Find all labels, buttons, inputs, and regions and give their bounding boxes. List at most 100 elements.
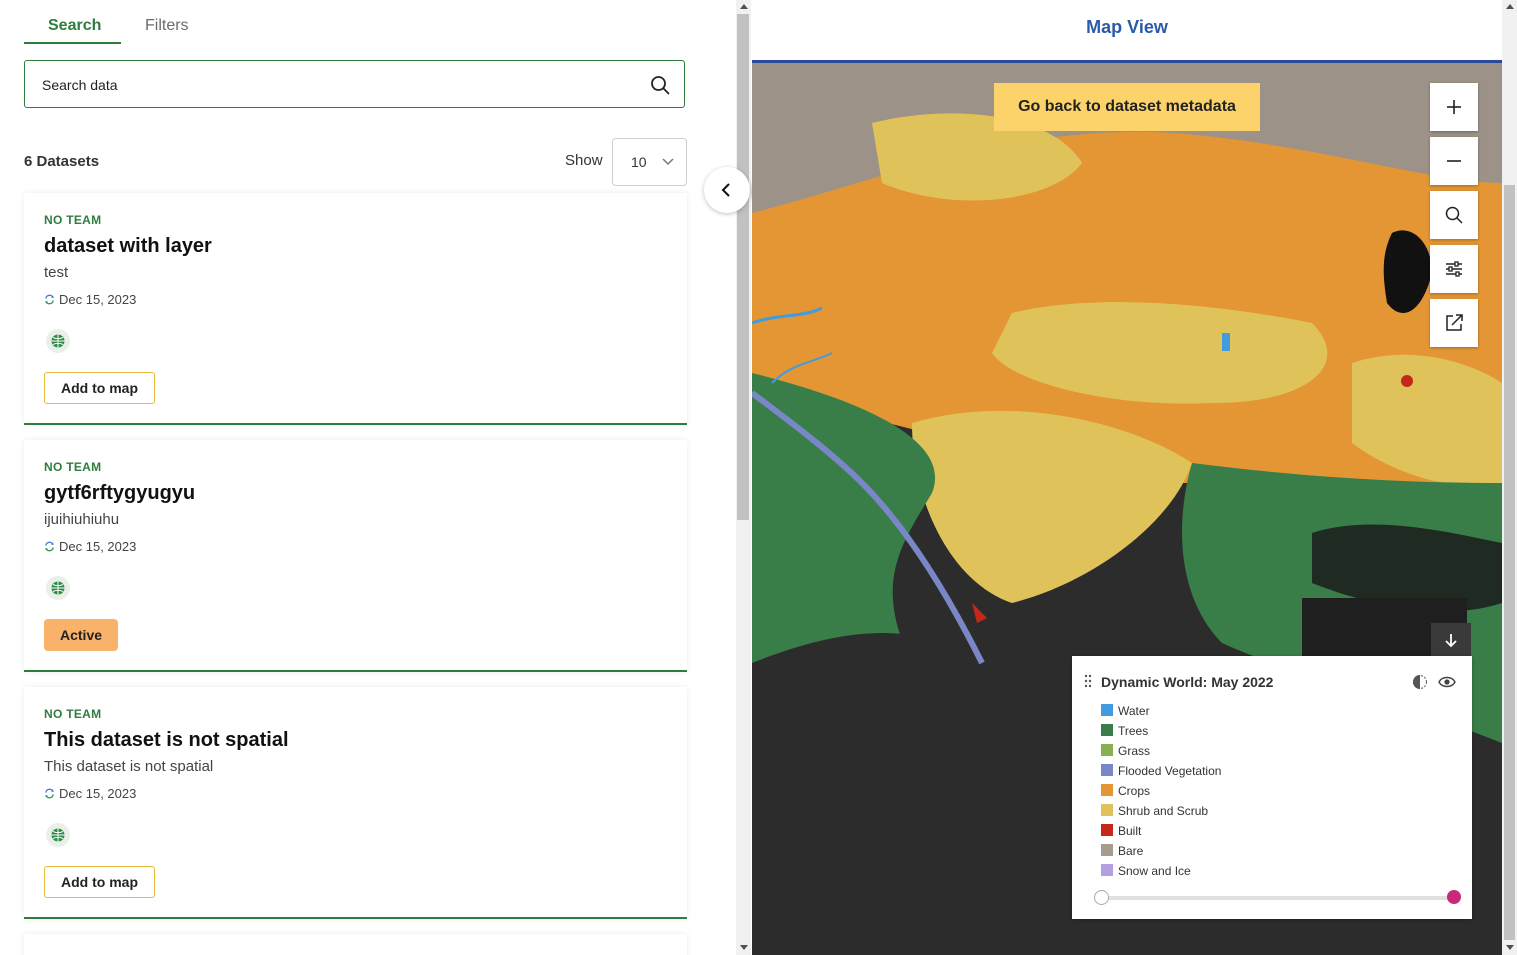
- page-size-value: 10: [631, 154, 647, 170]
- active-layer-button[interactable]: Active: [44, 619, 119, 651]
- scroll-up-icon[interactable]: [1506, 4, 1514, 9]
- sync-icon: [45, 541, 54, 552]
- search-icon: [1445, 206, 1463, 224]
- slider-max-handle[interactable]: [1447, 890, 1461, 904]
- dataset-description: This dataset is not spatial: [44, 758, 214, 775]
- team-label: NO TEAM: [44, 707, 102, 721]
- dataset-card[interactable]: NO TEAM gytf6rftygyugyu ijuihiuhiuhu Dec…: [24, 440, 687, 672]
- legend-item-label: Built: [1118, 824, 1142, 838]
- legend-item: Snow and Ice: [1101, 864, 1221, 884]
- tab-filters[interactable]: Filters: [121, 0, 213, 42]
- eye-icon[interactable]: [1438, 675, 1456, 689]
- panel-tabs: Search Filters: [24, 0, 213, 44]
- globe-icon: [46, 329, 70, 353]
- search-icon[interactable]: [650, 75, 670, 95]
- sync-icon: [45, 294, 54, 305]
- dataset-card[interactable]: [24, 934, 687, 955]
- map-canvas[interactable]: Go back to dataset metadata Dynamic Worl…: [752, 63, 1502, 955]
- dataset-title[interactable]: This dataset is not spatial: [44, 729, 289, 752]
- dataset-date: Dec 15, 2023: [44, 786, 136, 801]
- color-swatch: [1101, 784, 1113, 796]
- date-text: Dec 15, 2023: [59, 292, 137, 307]
- team-label: NO TEAM: [44, 213, 102, 227]
- sync-icon: [45, 788, 54, 799]
- dataset-title[interactable]: dataset with layer: [44, 235, 212, 258]
- dataset-count: 6 Datasets: [24, 153, 100, 170]
- globe-icon: [46, 823, 70, 847]
- dataset-card[interactable]: NO TEAM dataset with layer test Dec 15, …: [24, 193, 687, 425]
- opacity-range-slider[interactable]: [1094, 890, 1461, 905]
- page-scrollbar[interactable]: [1502, 0, 1517, 955]
- external-link-icon: [1446, 314, 1463, 331]
- date-text: Dec 15, 2023: [59, 786, 137, 801]
- scroll-up-icon[interactable]: [740, 4, 748, 9]
- map-settings-button[interactable]: [1430, 245, 1478, 293]
- scroll-down-icon[interactable]: [1506, 945, 1514, 950]
- legend-item-label: Flooded Vegetation: [1118, 764, 1222, 778]
- map-header: Map View: [752, 0, 1502, 63]
- back-to-metadata-button[interactable]: Go back to dataset metadata: [994, 83, 1260, 131]
- legend-item-label: Trees: [1118, 724, 1149, 738]
- legend-item: Shrub and Scrub: [1101, 804, 1221, 824]
- dataset-date: Dec 15, 2023: [44, 539, 136, 554]
- zoom-in-button[interactable]: [1430, 83, 1478, 131]
- chevron-down-icon: [662, 158, 674, 166]
- zoom-out-icon: [1447, 160, 1461, 162]
- legend-item: Water: [1101, 704, 1221, 724]
- page-size-select[interactable]: 10: [612, 138, 687, 186]
- tab-search[interactable]: Search: [24, 0, 121, 44]
- dataset-date: Dec 15, 2023: [44, 292, 136, 307]
- legend-item: Flooded Vegetation: [1101, 764, 1221, 784]
- color-swatch: [1101, 744, 1113, 756]
- add-to-map-button[interactable]: Add to map: [44, 866, 155, 898]
- search-field: [24, 60, 685, 108]
- chevron-left-icon: [721, 183, 730, 197]
- legend-item: Trees: [1101, 724, 1221, 744]
- legend-item-label: Shrub and Scrub: [1118, 804, 1209, 818]
- legend-item-label: Bare: [1118, 844, 1144, 858]
- dataset-title[interactable]: gytf6rftygyugyu: [44, 482, 195, 505]
- map-search-button[interactable]: [1430, 191, 1478, 239]
- settings-sliders-icon: [1446, 261, 1462, 277]
- arrow-down-icon: [1445, 634, 1457, 648]
- color-swatch: [1101, 724, 1113, 736]
- date-text: Dec 15, 2023: [59, 539, 137, 554]
- legend-item-label: Snow and Ice: [1118, 864, 1191, 878]
- open-external-button[interactable]: [1430, 299, 1478, 347]
- legend-item-label: Grass: [1118, 744, 1151, 758]
- dataset-card[interactable]: NO TEAM This dataset is not spatial This…: [24, 687, 687, 919]
- color-swatch: [1101, 804, 1113, 816]
- drag-handle-icon[interactable]: [1084, 674, 1092, 688]
- color-swatch: [1101, 704, 1113, 716]
- dataset-description: ijuihiuhiuhu: [44, 511, 120, 528]
- globe-icon: [46, 576, 70, 600]
- collapse-panel-button[interactable]: [704, 167, 750, 213]
- color-swatch: [1101, 764, 1113, 776]
- show-label: Show: [565, 152, 603, 169]
- search-input[interactable]: [40, 74, 644, 96]
- zoom-in-icon: [1447, 100, 1461, 114]
- team-label: NO TEAM: [44, 460, 102, 474]
- map-legend: Dynamic World: May 2022 Water Trees Gras…: [1072, 656, 1472, 919]
- add-to-map-button[interactable]: Add to map: [44, 372, 155, 404]
- legend-item-label: Water: [1118, 704, 1150, 718]
- list-scrollbar[interactable]: [736, 0, 751, 955]
- dataset-description: test: [44, 264, 69, 281]
- scrollbar-thumb[interactable]: [737, 14, 749, 520]
- legend-item: Crops: [1101, 784, 1221, 804]
- collapse-legend-button[interactable]: [1431, 623, 1471, 657]
- scroll-down-icon[interactable]: [740, 945, 748, 950]
- legend-items: Water Trees Grass Flooded Vegetation Cro…: [1101, 704, 1221, 884]
- legend-item-label: Crops: [1118, 784, 1151, 798]
- legend-item: Bare: [1101, 844, 1221, 864]
- legend-item: Built: [1101, 824, 1221, 844]
- color-swatch: [1101, 844, 1113, 856]
- zoom-out-button[interactable]: [1430, 137, 1478, 185]
- slider-min-handle[interactable]: [1094, 890, 1109, 905]
- color-swatch: [1101, 864, 1113, 876]
- color-swatch: [1101, 824, 1113, 836]
- map-view-title: Map View: [1086, 17, 1168, 37]
- scrollbar-thumb[interactable]: [1504, 185, 1515, 940]
- opacity-icon[interactable]: [1412, 674, 1428, 690]
- legend-title: Dynamic World: May 2022: [1101, 674, 1274, 690]
